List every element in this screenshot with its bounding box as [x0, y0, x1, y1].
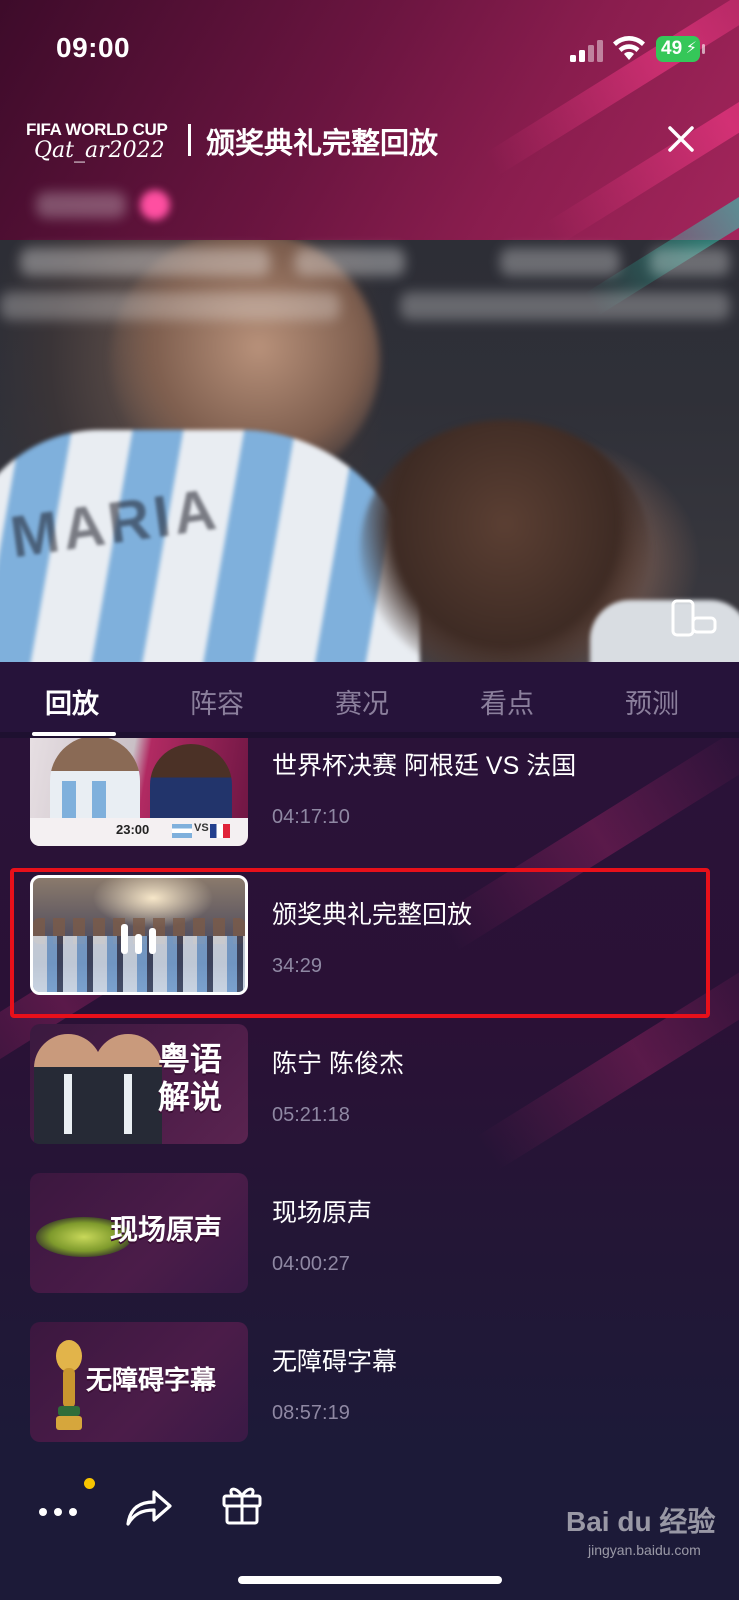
list-item-live-sound[interactable]: 现场原声 现场原声 04:00:27	[0, 1173, 739, 1295]
thumb-label: 现场原声	[110, 1214, 223, 1245]
item-title: 陈宁 陈俊杰	[272, 1050, 404, 1078]
item-title: 无障碍字幕	[272, 1348, 398, 1376]
share-icon[interactable]	[124, 1486, 174, 1528]
battery-indicator: 49 ⚡	[656, 36, 700, 62]
watermark-url: jingyan.baidu.com	[588, 1542, 701, 1558]
battery-tip	[702, 44, 705, 54]
thumb-commentator	[34, 1034, 102, 1144]
thumb-label: 无障碍字幕	[86, 1365, 217, 1395]
item-duration: 04:17:10	[272, 806, 350, 828]
blurred-caption	[650, 248, 730, 276]
blurred-caption	[0, 292, 340, 320]
status-time: 09:00	[56, 32, 131, 63]
app-root: MARIA 09:00 49 ⚡ FIFA WORLD CUP Qat_ar20…	[0, 0, 739, 1600]
argentina-flag-icon	[172, 824, 192, 838]
active-tab-indicator	[32, 732, 116, 736]
thumb-stripe	[92, 781, 106, 821]
thumb-stripe	[62, 781, 76, 821]
thumb-player-mbappe	[150, 744, 232, 828]
wifi-icon	[613, 36, 645, 60]
video-title-bar: FIFA WORLD CUP Qat_ar2022 颁奖典礼完整回放	[0, 112, 739, 172]
blurred-caption	[400, 292, 730, 320]
thumb-match-time: 23:00	[116, 822, 150, 837]
item-duration: 08:57:19	[272, 1402, 350, 1424]
blurred-caption	[500, 248, 620, 276]
item-duration: 05:21:18	[272, 1104, 350, 1126]
item-title: 现场原声	[272, 1199, 373, 1227]
close-icon[interactable]	[664, 122, 698, 156]
blurred-text	[36, 192, 126, 218]
tab-lineup[interactable]: 阵容	[167, 682, 267, 721]
thumb-vs: VS	[194, 822, 209, 834]
watermark-brand: Bai du 经验	[566, 1506, 716, 1537]
blurred-caption	[20, 248, 270, 276]
tab-match-status[interactable]: 赛况	[312, 682, 412, 721]
notification-dot	[84, 1478, 95, 1489]
page-title: 颁奖典礼完整回放	[206, 128, 439, 160]
tab-highlights[interactable]: 看点	[457, 682, 557, 721]
thumbnail-accessible-subtitles: 无障碍字幕	[30, 1322, 248, 1442]
world-cup-logo-text: FIFA WORLD CUP	[26, 120, 168, 139]
more-icon[interactable]	[36, 1502, 80, 1522]
blurred-caption	[295, 248, 405, 276]
battery-level: 49	[661, 38, 683, 59]
rotate-screen-icon[interactable]	[670, 598, 718, 638]
status-bar: 09:00 49 ⚡	[0, 20, 739, 76]
video-player[interactable]: MARIA 09:00 49 ⚡ FIFA WORLD CUP Qat_ar20…	[0, 0, 739, 662]
tab-bar: 回放 阵容 赛况 看点 预测	[0, 662, 739, 732]
title-divider	[188, 124, 191, 156]
selection-highlight-box	[10, 868, 710, 1018]
replay-list: 23:00 VS 世界杯决赛 阿根廷 VS 法国 04:17:10 颁奖典礼完整…	[0, 738, 739, 1458]
list-item-final-match[interactable]: 23:00 VS 世界杯决赛 阿根廷 VS 法国 04:17:10	[0, 738, 739, 848]
thumbnail-cantonese-commentary: 粤语 解说	[30, 1024, 248, 1144]
world-cup-logo-subtext: Qat_ar2022	[34, 138, 165, 163]
blurred-badge	[140, 190, 170, 220]
item-title: 世界杯决赛 阿根廷 VS 法国	[272, 752, 577, 780]
thumbnail-final-match: 23:00 VS	[30, 738, 248, 846]
bottom-toolbar: Bai du 经验 jingyan.baidu.com	[0, 1458, 739, 1600]
home-indicator[interactable]	[238, 1576, 502, 1584]
thumb-label-line2: 解说	[158, 1079, 223, 1115]
signal-icon	[570, 40, 603, 62]
tab-prediction[interactable]: 预测	[602, 682, 702, 721]
list-item-accessible-subtitles[interactable]: 无障碍字幕 无障碍字幕 08:57:19	[0, 1322, 739, 1444]
thumbnail-live-sound: 现场原声	[30, 1173, 248, 1293]
charging-icon: ⚡	[685, 40, 697, 57]
list-item-cantonese-commentary[interactable]: 粤语 解说 陈宁 陈俊杰 05:21:18	[0, 1024, 739, 1146]
thumb-label-line1: 粤语	[158, 1041, 223, 1077]
tab-replay[interactable]: 回放	[22, 682, 122, 721]
trophy-icon	[56, 1340, 82, 1430]
thumb-commentator	[94, 1034, 162, 1144]
baidu-jingyan-watermark: Bai du 经验 jingyan.baidu.com	[560, 1498, 730, 1568]
gift-icon[interactable]	[220, 1482, 264, 1526]
item-duration: 04:00:27	[272, 1253, 350, 1275]
france-flag-icon	[210, 824, 230, 838]
